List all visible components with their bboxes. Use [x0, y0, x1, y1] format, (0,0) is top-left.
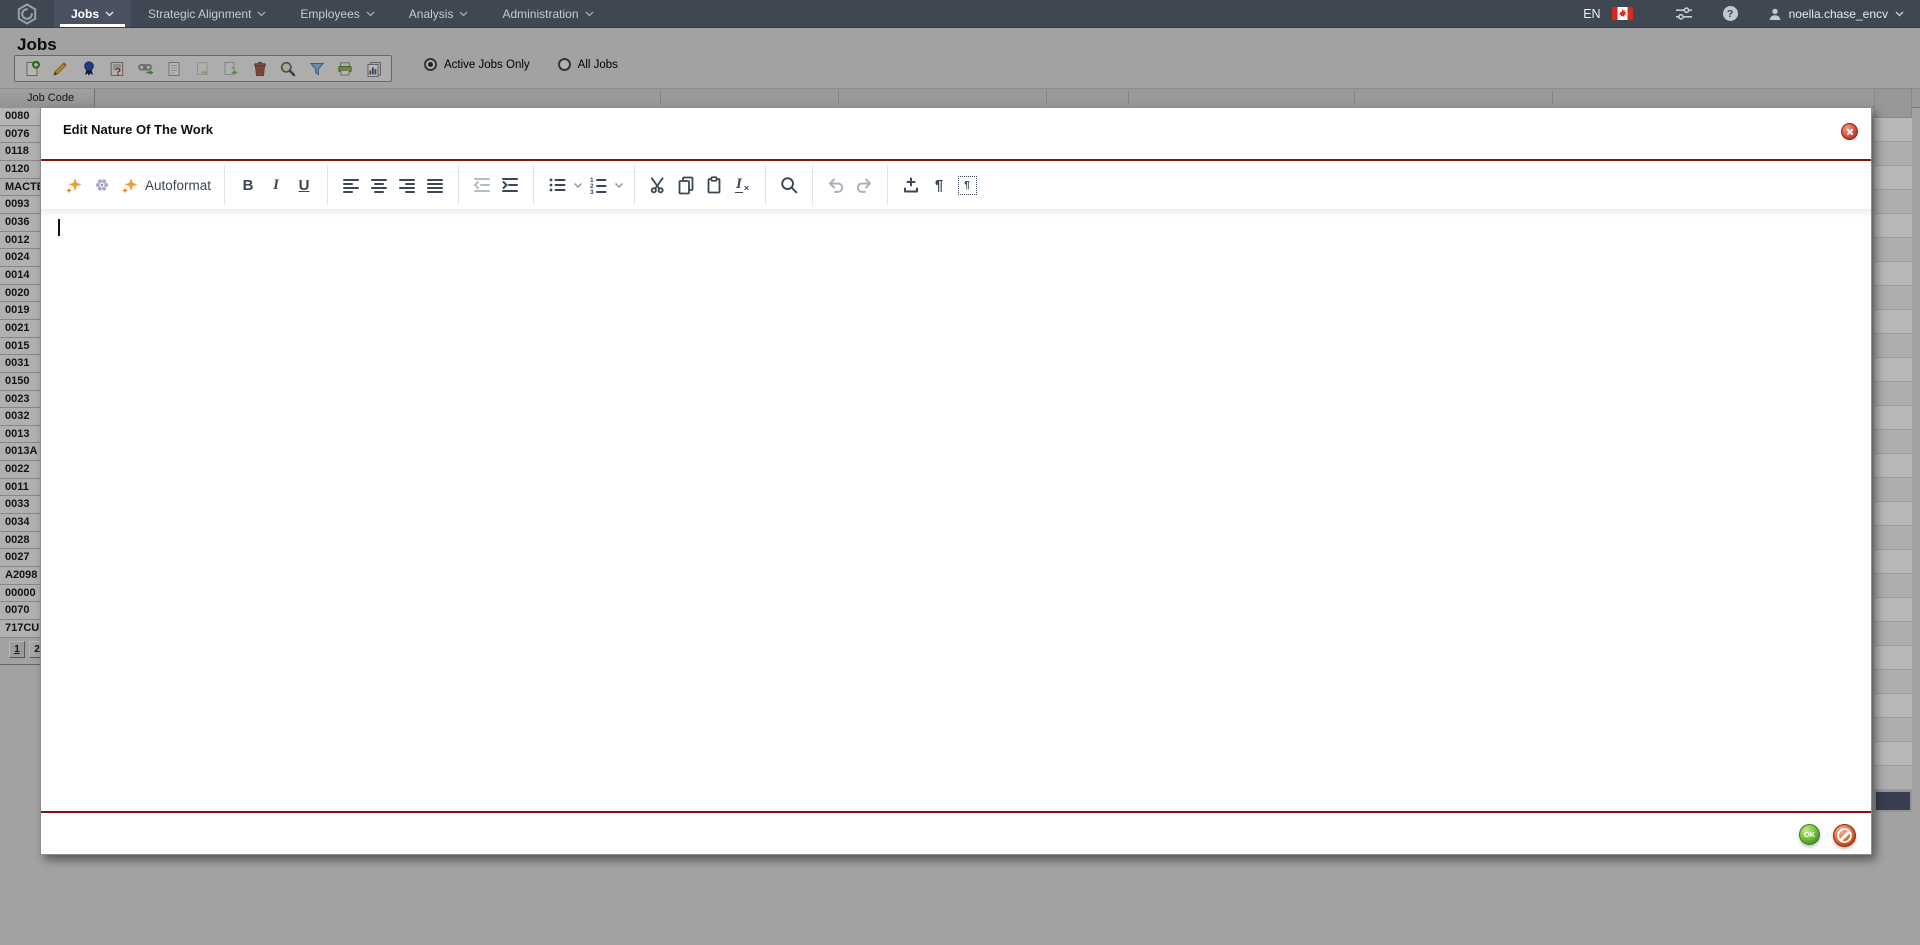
cut-button[interactable] — [644, 171, 672, 199]
import-button[interactable] — [897, 171, 925, 199]
menu-item-label: Employees — [300, 7, 359, 21]
show-blocks-icon: ¶ — [958, 176, 977, 195]
underline-button[interactable]: U — [290, 171, 318, 199]
app-logo[interactable] — [0, 0, 54, 27]
chevron-down-icon — [459, 11, 468, 17]
chevron-down-icon — [573, 182, 583, 189]
undo-button[interactable] — [822, 171, 850, 199]
menu-item-label: Administration — [502, 7, 578, 21]
ok-label: OK — [1804, 830, 1815, 839]
ai-sparkle-icon — [64, 175, 84, 195]
align-left-button[interactable] — [337, 171, 365, 199]
redo-button[interactable] — [850, 171, 878, 199]
bulleted-list-dropdown[interactable] — [571, 171, 584, 199]
numbered-list-dropdown[interactable] — [612, 171, 625, 199]
chevron-down-icon — [1895, 11, 1904, 17]
editor-toolbar: Autoformat B I U — [41, 161, 1871, 209]
remove-format-icon: I × — [735, 177, 749, 193]
chevron-down-icon — [105, 11, 114, 17]
settings-gear-button[interactable] — [88, 171, 116, 199]
main-menu: Jobs Strategic Alignment Employees Analy… — [54, 0, 611, 27]
align-right-icon — [397, 175, 417, 195]
user-menu[interactable]: noella.chase_encv — [1768, 7, 1904, 21]
align-left-icon — [341, 175, 361, 195]
align-right-button[interactable] — [393, 171, 421, 199]
app-root: Jobs Strategic Alignment Employees Analy… — [0, 0, 1920, 945]
justify-button[interactable] — [421, 171, 449, 199]
align-center-button[interactable] — [365, 171, 393, 199]
toolbar-separator — [327, 165, 328, 205]
redo-icon — [854, 175, 874, 195]
find-replace-button[interactable] — [775, 171, 803, 199]
preferences-sliders-icon[interactable] — [1675, 7, 1693, 20]
username: noella.chase_encv — [1789, 7, 1888, 21]
edit-nature-of-work-dialog: Edit Nature Of The Work Autoformat B I U — [40, 107, 1872, 855]
numbered-list-button[interactable]: 123 — [584, 171, 612, 199]
find-icon — [779, 175, 799, 195]
indent-icon — [500, 175, 520, 195]
bulleted-list-button[interactable] — [543, 171, 571, 199]
ai-sparkle-button[interactable] — [60, 171, 88, 199]
chevron-down-icon — [366, 11, 375, 17]
top-nav: Jobs Strategic Alignment Employees Analy… — [0, 0, 1920, 28]
toolbar-separator — [458, 165, 459, 205]
toolbar-separator — [812, 165, 813, 205]
canada-flag-icon — [1612, 7, 1633, 20]
paragraph-button[interactable]: ¶ — [925, 171, 953, 199]
toolbar-separator — [765, 165, 766, 205]
cancel-button[interactable] — [1833, 824, 1856, 847]
menu-item-label: Strategic Alignment — [148, 7, 251, 21]
menu-item-jobs[interactable]: Jobs — [54, 0, 131, 27]
dialog-footer: OK — [41, 813, 1871, 854]
autoformat-button[interactable]: Autoformat — [116, 171, 215, 199]
toolbar-separator — [224, 165, 225, 205]
settings-gear-icon — [92, 175, 112, 195]
indent-button[interactable] — [496, 171, 524, 199]
justify-icon — [425, 175, 445, 195]
remove-format-button[interactable]: I × — [728, 171, 756, 199]
ok-button[interactable]: OK — [1799, 824, 1820, 845]
numbered-list-icon: 123 — [588, 175, 608, 195]
undo-icon — [826, 175, 846, 195]
user-icon — [1768, 7, 1782, 21]
help-icon[interactable]: ? — [1723, 6, 1738, 21]
menu-item-strategic-alignment[interactable]: Strategic Alignment — [131, 0, 283, 27]
close-icon[interactable] — [1841, 123, 1858, 140]
menu-item-employees[interactable]: Employees — [283, 0, 391, 27]
language-selector[interactable]: EN — [1583, 7, 1600, 21]
chevron-down-icon — [257, 11, 266, 17]
autoformat-label: Autoformat — [145, 178, 211, 193]
menu-item-label: Jobs — [71, 7, 99, 21]
toolbar-separator — [533, 165, 534, 205]
copy-icon — [676, 175, 696, 195]
align-center-icon — [369, 175, 389, 195]
toolbar-separator — [887, 165, 888, 205]
text-caret — [58, 219, 60, 236]
outdent-icon — [472, 175, 492, 195]
outdent-button[interactable] — [468, 171, 496, 199]
toolbar-separator — [634, 165, 635, 205]
menu-item-administration[interactable]: Administration — [485, 0, 610, 27]
show-blocks-button[interactable]: ¶ — [953, 171, 981, 199]
paste-icon — [704, 175, 724, 195]
svg-text:3: 3 — [590, 189, 594, 195]
bold-button[interactable]: B — [234, 171, 262, 199]
app-logo-icon — [16, 3, 38, 25]
nav-right-group: EN ? — [1583, 0, 1920, 27]
autoformat-sparkle-icon — [120, 175, 140, 195]
paste-button[interactable] — [700, 171, 728, 199]
chevron-down-icon — [585, 11, 594, 17]
bulleted-list-icon — [547, 175, 567, 195]
menu-item-analysis[interactable]: Analysis — [392, 0, 486, 27]
menu-item-label: Analysis — [409, 7, 454, 21]
italic-button[interactable]: I — [262, 171, 290, 199]
chevron-down-icon — [614, 182, 624, 189]
remove-format-x: × — [744, 183, 749, 193]
cut-icon — [648, 175, 668, 195]
editor-content[interactable] — [41, 209, 1871, 811]
import-icon — [901, 175, 921, 195]
remove-format-letter: I — [735, 177, 743, 193]
dialog-title: Edit Nature Of The Work — [63, 122, 213, 137]
copy-button[interactable] — [672, 171, 700, 199]
